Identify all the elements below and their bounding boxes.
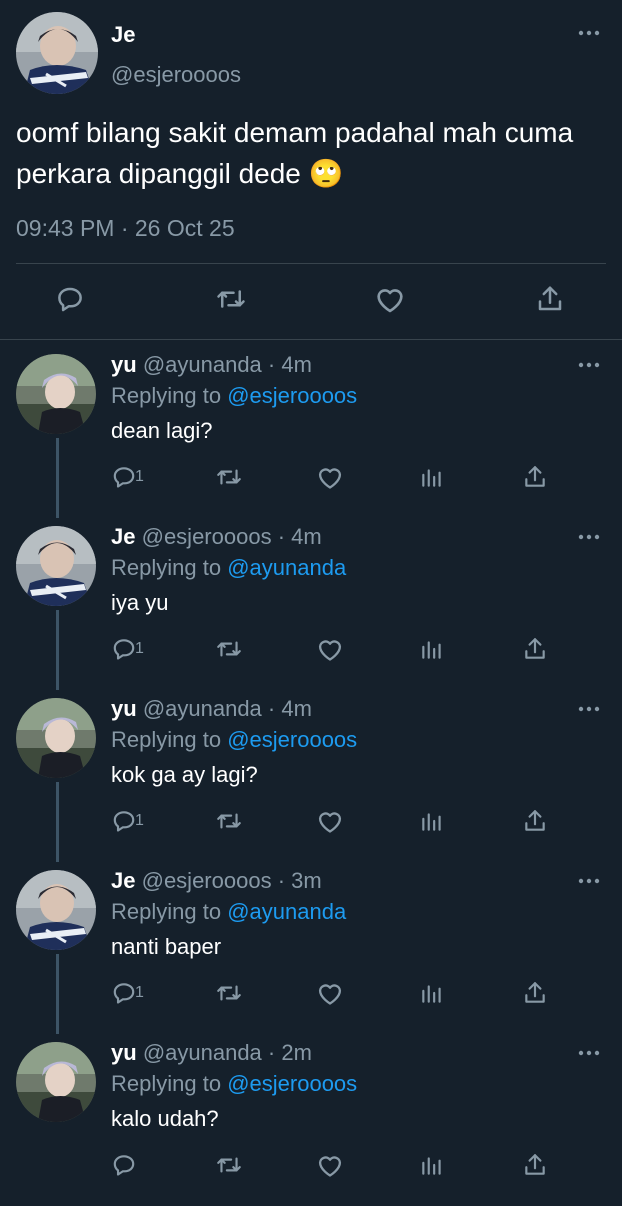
avatar[interactable] — [16, 698, 96, 778]
replying-label: Replying to — [111, 1071, 222, 1096]
reply-author-handle[interactable]: @esjeroooos — [142, 524, 272, 549]
tweet-text: oomf bilang sakit demam padahal mah cuma… — [16, 117, 574, 189]
reply-count: 1 — [135, 812, 144, 829]
reply-tweet[interactable]: yu @ayunanda · 4m Replying to @esjeroooos… — [0, 346, 622, 518]
replying-label: Replying to — [111, 727, 222, 752]
reply-author-name[interactable]: Je — [111, 524, 135, 549]
reply-count: 1 — [135, 468, 144, 485]
more-icon[interactable] — [578, 878, 600, 884]
reply-time: · 4m — [277, 524, 322, 549]
replying-to: Replying to @ayunanda — [111, 555, 346, 581]
reply-icon[interactable] — [111, 1152, 137, 1180]
retweet-icon[interactable] — [215, 636, 243, 664]
reply-text: kalo udah? — [111, 1106, 219, 1131]
analytics-icon[interactable] — [420, 636, 444, 664]
reply-count: 1 — [135, 984, 144, 1001]
like-icon[interactable] — [316, 808, 344, 836]
tweet-actions — [0, 284, 622, 324]
main-tweet: Je @esjeroooos oomf bilang sakit demam p… — [0, 0, 622, 340]
retweet-icon[interactable] — [215, 980, 243, 1008]
replying-to: Replying to @esjeroooos — [111, 383, 357, 409]
replying-to: Replying to @ayunanda — [111, 899, 346, 925]
like-icon[interactable] — [316, 1152, 344, 1180]
like-icon[interactable] — [316, 464, 344, 492]
reply-author-handle[interactable]: @ayunanda — [143, 1040, 262, 1065]
author-name[interactable]: Je — [111, 22, 135, 48]
mention-link[interactable]: @esjeroooos — [227, 727, 357, 752]
mention-link[interactable]: @ayunanda — [227, 555, 346, 580]
more-icon[interactable] — [578, 30, 600, 36]
reply-time: · 2m — [267, 1040, 312, 1065]
reply-author-handle[interactable]: @ayunanda — [143, 352, 262, 377]
share-icon[interactable] — [523, 808, 547, 836]
like-icon[interactable] — [316, 636, 344, 664]
reply-icon[interactable]: 1 — [111, 808, 144, 836]
reply-icon[interactable]: 1 — [111, 464, 144, 492]
share-icon[interactable] — [523, 464, 547, 492]
replying-to: Replying to @esjeroooos — [111, 1071, 357, 1097]
reply-time: · 4m — [267, 696, 312, 721]
avatar[interactable] — [16, 12, 98, 94]
reply-header: Je @esjeroooos · 4m — [111, 524, 322, 550]
replying-label: Replying to — [111, 383, 222, 408]
reply-author-name[interactable]: yu — [111, 696, 137, 721]
reply-header: yu @ayunanda · 4m — [111, 696, 312, 722]
share-icon[interactable] — [523, 636, 547, 664]
reply-text: nanti baper — [111, 934, 222, 959]
analytics-icon[interactable] — [420, 808, 444, 836]
share-icon[interactable] — [523, 980, 547, 1008]
reply-icon[interactable]: 1 — [111, 636, 144, 664]
separator — [0, 339, 622, 340]
reply-author-name[interactable]: yu — [111, 1040, 137, 1065]
avatar[interactable] — [16, 354, 96, 434]
tweet-timestamp[interactable]: 09:43 PM · 26 Oct 25 — [16, 215, 235, 242]
more-icon[interactable] — [578, 362, 600, 368]
divider — [16, 263, 606, 264]
analytics-icon[interactable] — [420, 1152, 444, 1180]
reply-author-handle[interactable]: @esjeroooos — [142, 868, 272, 893]
like-icon[interactable] — [316, 980, 344, 1008]
reply-author-name[interactable]: yu — [111, 352, 137, 377]
more-icon[interactable] — [578, 1050, 600, 1056]
reply-header: yu @ayunanda · 4m — [111, 352, 312, 378]
more-icon[interactable] — [578, 706, 600, 712]
avatar[interactable] — [16, 870, 96, 950]
retweet-icon[interactable] — [215, 808, 243, 836]
reply-icon[interactable] — [55, 284, 85, 314]
reply-text: kok ga ay lagi? — [111, 762, 258, 787]
reply-time: · 4m — [267, 352, 312, 377]
reply-time: · 3m — [277, 868, 322, 893]
retweet-icon[interactable] — [214, 284, 248, 314]
reply-header: Je @esjeroooos · 3m — [111, 868, 322, 894]
share-icon[interactable] — [523, 1152, 547, 1180]
replying-to: Replying to @esjeroooos — [111, 727, 357, 753]
reply-text: iya yu — [111, 590, 169, 615]
retweet-icon[interactable] — [215, 1152, 243, 1180]
more-icon[interactable] — [578, 534, 600, 540]
analytics-icon[interactable] — [420, 980, 444, 1008]
mention-link[interactable]: @esjeroooos — [227, 383, 357, 408]
reply-author-name[interactable]: Je — [111, 868, 135, 893]
reply-count: 1 — [135, 640, 144, 657]
reply-icon[interactable]: 1 — [111, 980, 144, 1008]
retweet-icon[interactable] — [215, 464, 243, 492]
reply-text: dean lagi? — [111, 418, 213, 443]
avatar[interactable] — [16, 1042, 96, 1122]
reply-tweet[interactable]: yu @ayunanda · 2m Replying to @esjeroooos… — [0, 1034, 622, 1206]
reply-author-handle[interactable]: @ayunanda — [143, 696, 262, 721]
avatar[interactable] — [16, 526, 96, 606]
reply-tweet[interactable]: yu @ayunanda · 4m Replying to @esjeroooos… — [0, 690, 622, 862]
author-handle[interactable]: @esjeroooos — [111, 62, 241, 88]
reply-tweet[interactable]: Je @esjeroooos · 4m Replying to @ayunanda… — [0, 518, 622, 690]
reply-tweet[interactable]: Je @esjeroooos · 3m Replying to @ayunanda… — [0, 862, 622, 1034]
replying-label: Replying to — [111, 555, 222, 580]
reply-header: yu @ayunanda · 2m — [111, 1040, 312, 1066]
share-icon[interactable] — [536, 284, 564, 314]
mention-link[interactable]: @ayunanda — [227, 899, 346, 924]
analytics-icon[interactable] — [420, 464, 444, 492]
mention-link[interactable]: @esjeroooos — [227, 1071, 357, 1096]
replying-label: Replying to — [111, 899, 222, 924]
like-icon[interactable] — [374, 284, 406, 314]
